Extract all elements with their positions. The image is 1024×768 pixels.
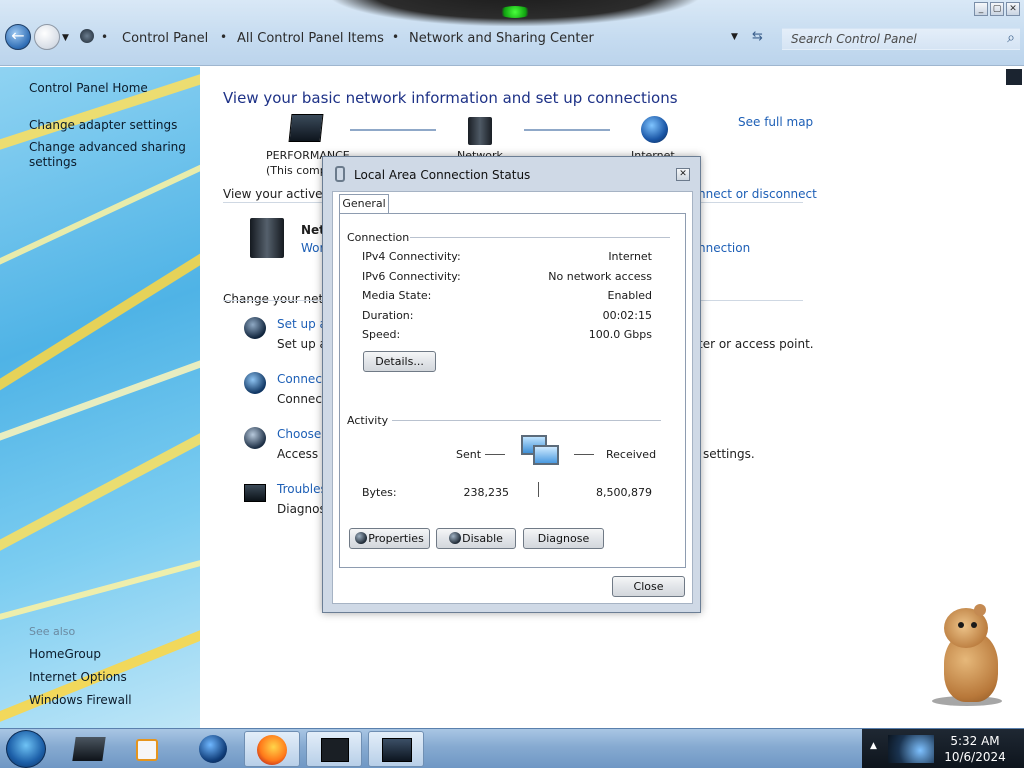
ipv6-connectivity-value: No network access <box>548 270 652 283</box>
globe-icon <box>199 735 227 763</box>
hamster-mascot-image <box>922 604 1012 708</box>
speed-value: 100.0 Gbps <box>588 328 652 341</box>
media-player-icon <box>136 739 158 761</box>
connection-status-dialog: Local Area Connection Status ✕ General C… <box>322 156 701 613</box>
windows-firewall-link[interactable]: Windows Firewall <box>29 693 132 707</box>
monitor-icon <box>72 737 106 761</box>
clock[interactable]: 5:32 AM 10/6/2024 <box>940 733 1010 767</box>
list-window-icon <box>321 738 349 762</box>
address-dropdown-icon[interactable]: ▼ <box>731 32 738 42</box>
disable-button[interactable]: Disable <box>436 528 516 549</box>
taskbar-control-panel[interactable] <box>306 731 362 767</box>
computer-icon <box>288 114 324 142</box>
dialog-close-icon[interactable]: ✕ <box>676 168 690 181</box>
homegroup-link[interactable]: HomeGroup <box>29 647 101 661</box>
taskbar-browser[interactable] <box>185 731 241 767</box>
left-navigation-pane: Control Panel Home Change adapter settin… <box>0 67 200 728</box>
control-panel-home-link[interactable]: Control Panel Home <box>29 81 148 95</box>
connect-or-disconnect-link[interactable]: nnect or disconnect <box>698 187 817 201</box>
close-window-button[interactable]: ✕ <box>1006 2 1020 16</box>
bytes-received-value: 8,500,879 <box>596 486 652 499</box>
connect-network-link[interactable]: Connect <box>277 372 327 386</box>
firefox-icon <box>257 735 287 765</box>
change-settings-heading: Change your netw <box>223 292 334 306</box>
ipv4-connectivity-value: Internet <box>608 250 652 263</box>
connect-network-icon <box>244 372 266 394</box>
breadcrumb-control-panel[interactable]: Control Panel <box>122 31 208 46</box>
breadcrumb-all-items[interactable]: All Control Panel Items <box>237 31 384 46</box>
local-area-connection-link[interactable]: nnection <box>698 241 750 255</box>
page-title: View your basic network information and … <box>223 89 678 107</box>
sent-label: Sent <box>456 448 482 461</box>
dialog-titlebar[interactable]: Local Area Connection Status ✕ <box>323 157 700 191</box>
network-icon <box>468 117 492 145</box>
setup-connection-link[interactable]: Set up a <box>277 317 327 331</box>
address-bar: _ ▢ ✕ ← ▼ • Control Panel • All Control … <box>0 0 1024 66</box>
duration-value: 00:02:15 <box>602 309 652 322</box>
properties-button[interactable]: Properties <box>349 528 430 549</box>
internet-options-link[interactable]: Internet Options <box>29 670 127 684</box>
activity-group-label: Activity <box>347 414 389 427</box>
back-button[interactable]: ← <box>5 24 31 50</box>
control-panel-icon <box>80 29 94 43</box>
search-icon[interactable]: ⌕ <box>1007 30 1015 46</box>
clock-time: 5:32 AM <box>950 734 1000 748</box>
taskbar: ▲ 5:32 AM 10/6/2024 <box>0 728 1024 768</box>
connection-group-label: Connection <box>347 231 410 244</box>
start-button[interactable] <box>6 730 46 768</box>
taskbar-network[interactable] <box>368 731 424 767</box>
shield-icon <box>355 532 368 544</box>
forward-button[interactable] <box>34 24 60 50</box>
network-tray-icon[interactable] <box>888 735 934 763</box>
search-input[interactable]: Search Control Panel ⌕ <box>782 28 1020 50</box>
homegroup-sharing-icon <box>244 427 266 449</box>
shield-icon <box>449 532 462 544</box>
see-also-heading: See also <box>29 625 76 638</box>
refresh-icon[interactable]: ⇆ <box>752 29 763 44</box>
help-icon[interactable] <box>1006 69 1022 85</box>
troubleshoot-icon <box>244 484 266 502</box>
bytes-sent-value: 238,235 <box>463 486 510 499</box>
dialog-title: Local Area Connection Status <box>354 168 531 182</box>
network-activity-icon <box>519 431 559 471</box>
maximize-button[interactable]: ▢ <box>990 2 1004 16</box>
change-advanced-sharing-link-line2[interactable]: settings <box>29 155 77 169</box>
general-tab-pane: Connection IPv4 Connectivity: Internet I… <box>339 213 686 568</box>
dialog-client: General Connection IPv4 Connectivity: In… <box>332 191 693 604</box>
network-adapter-icon <box>335 166 345 182</box>
network-window-icon <box>382 738 412 762</box>
troubleshoot-link[interactable]: Troubles <box>277 482 327 496</box>
setup-connection-icon <box>244 317 266 339</box>
see-full-map-link[interactable]: See full map <box>738 115 813 129</box>
desktop-theme-notch <box>330 0 700 26</box>
clock-date: 10/6/2024 <box>944 750 1006 764</box>
taskbar-app-1[interactable] <box>60 731 116 767</box>
active-network-icon <box>250 218 284 258</box>
close-button[interactable]: Close <box>612 576 685 597</box>
recent-pages-chevron-icon[interactable]: ▼ <box>62 33 69 43</box>
minimize-button[interactable]: _ <box>974 2 988 16</box>
media-state-value: Enabled <box>607 289 652 302</box>
breadcrumb-network-sharing[interactable]: Network and Sharing Center <box>409 31 594 46</box>
internet-globe-icon <box>641 116 668 143</box>
change-advanced-sharing-link[interactable]: Change advanced sharing <box>29 140 186 154</box>
diagnose-button[interactable]: Diagnose <box>523 528 604 549</box>
taskbar-media-player[interactable] <box>120 731 176 767</box>
tab-general[interactable]: General <box>339 194 389 214</box>
choose-homegroup-link[interactable]: Choose <box>277 427 321 441</box>
taskbar-firefox[interactable] <box>244 731 300 767</box>
network-type-link[interactable]: Wor <box>301 241 324 255</box>
details-button[interactable]: Details... <box>363 351 436 372</box>
change-adapter-settings-link[interactable]: Change adapter settings <box>29 118 177 132</box>
received-label: Received <box>606 448 657 461</box>
show-hidden-icons-chevron-icon[interactable]: ▲ <box>870 741 877 751</box>
